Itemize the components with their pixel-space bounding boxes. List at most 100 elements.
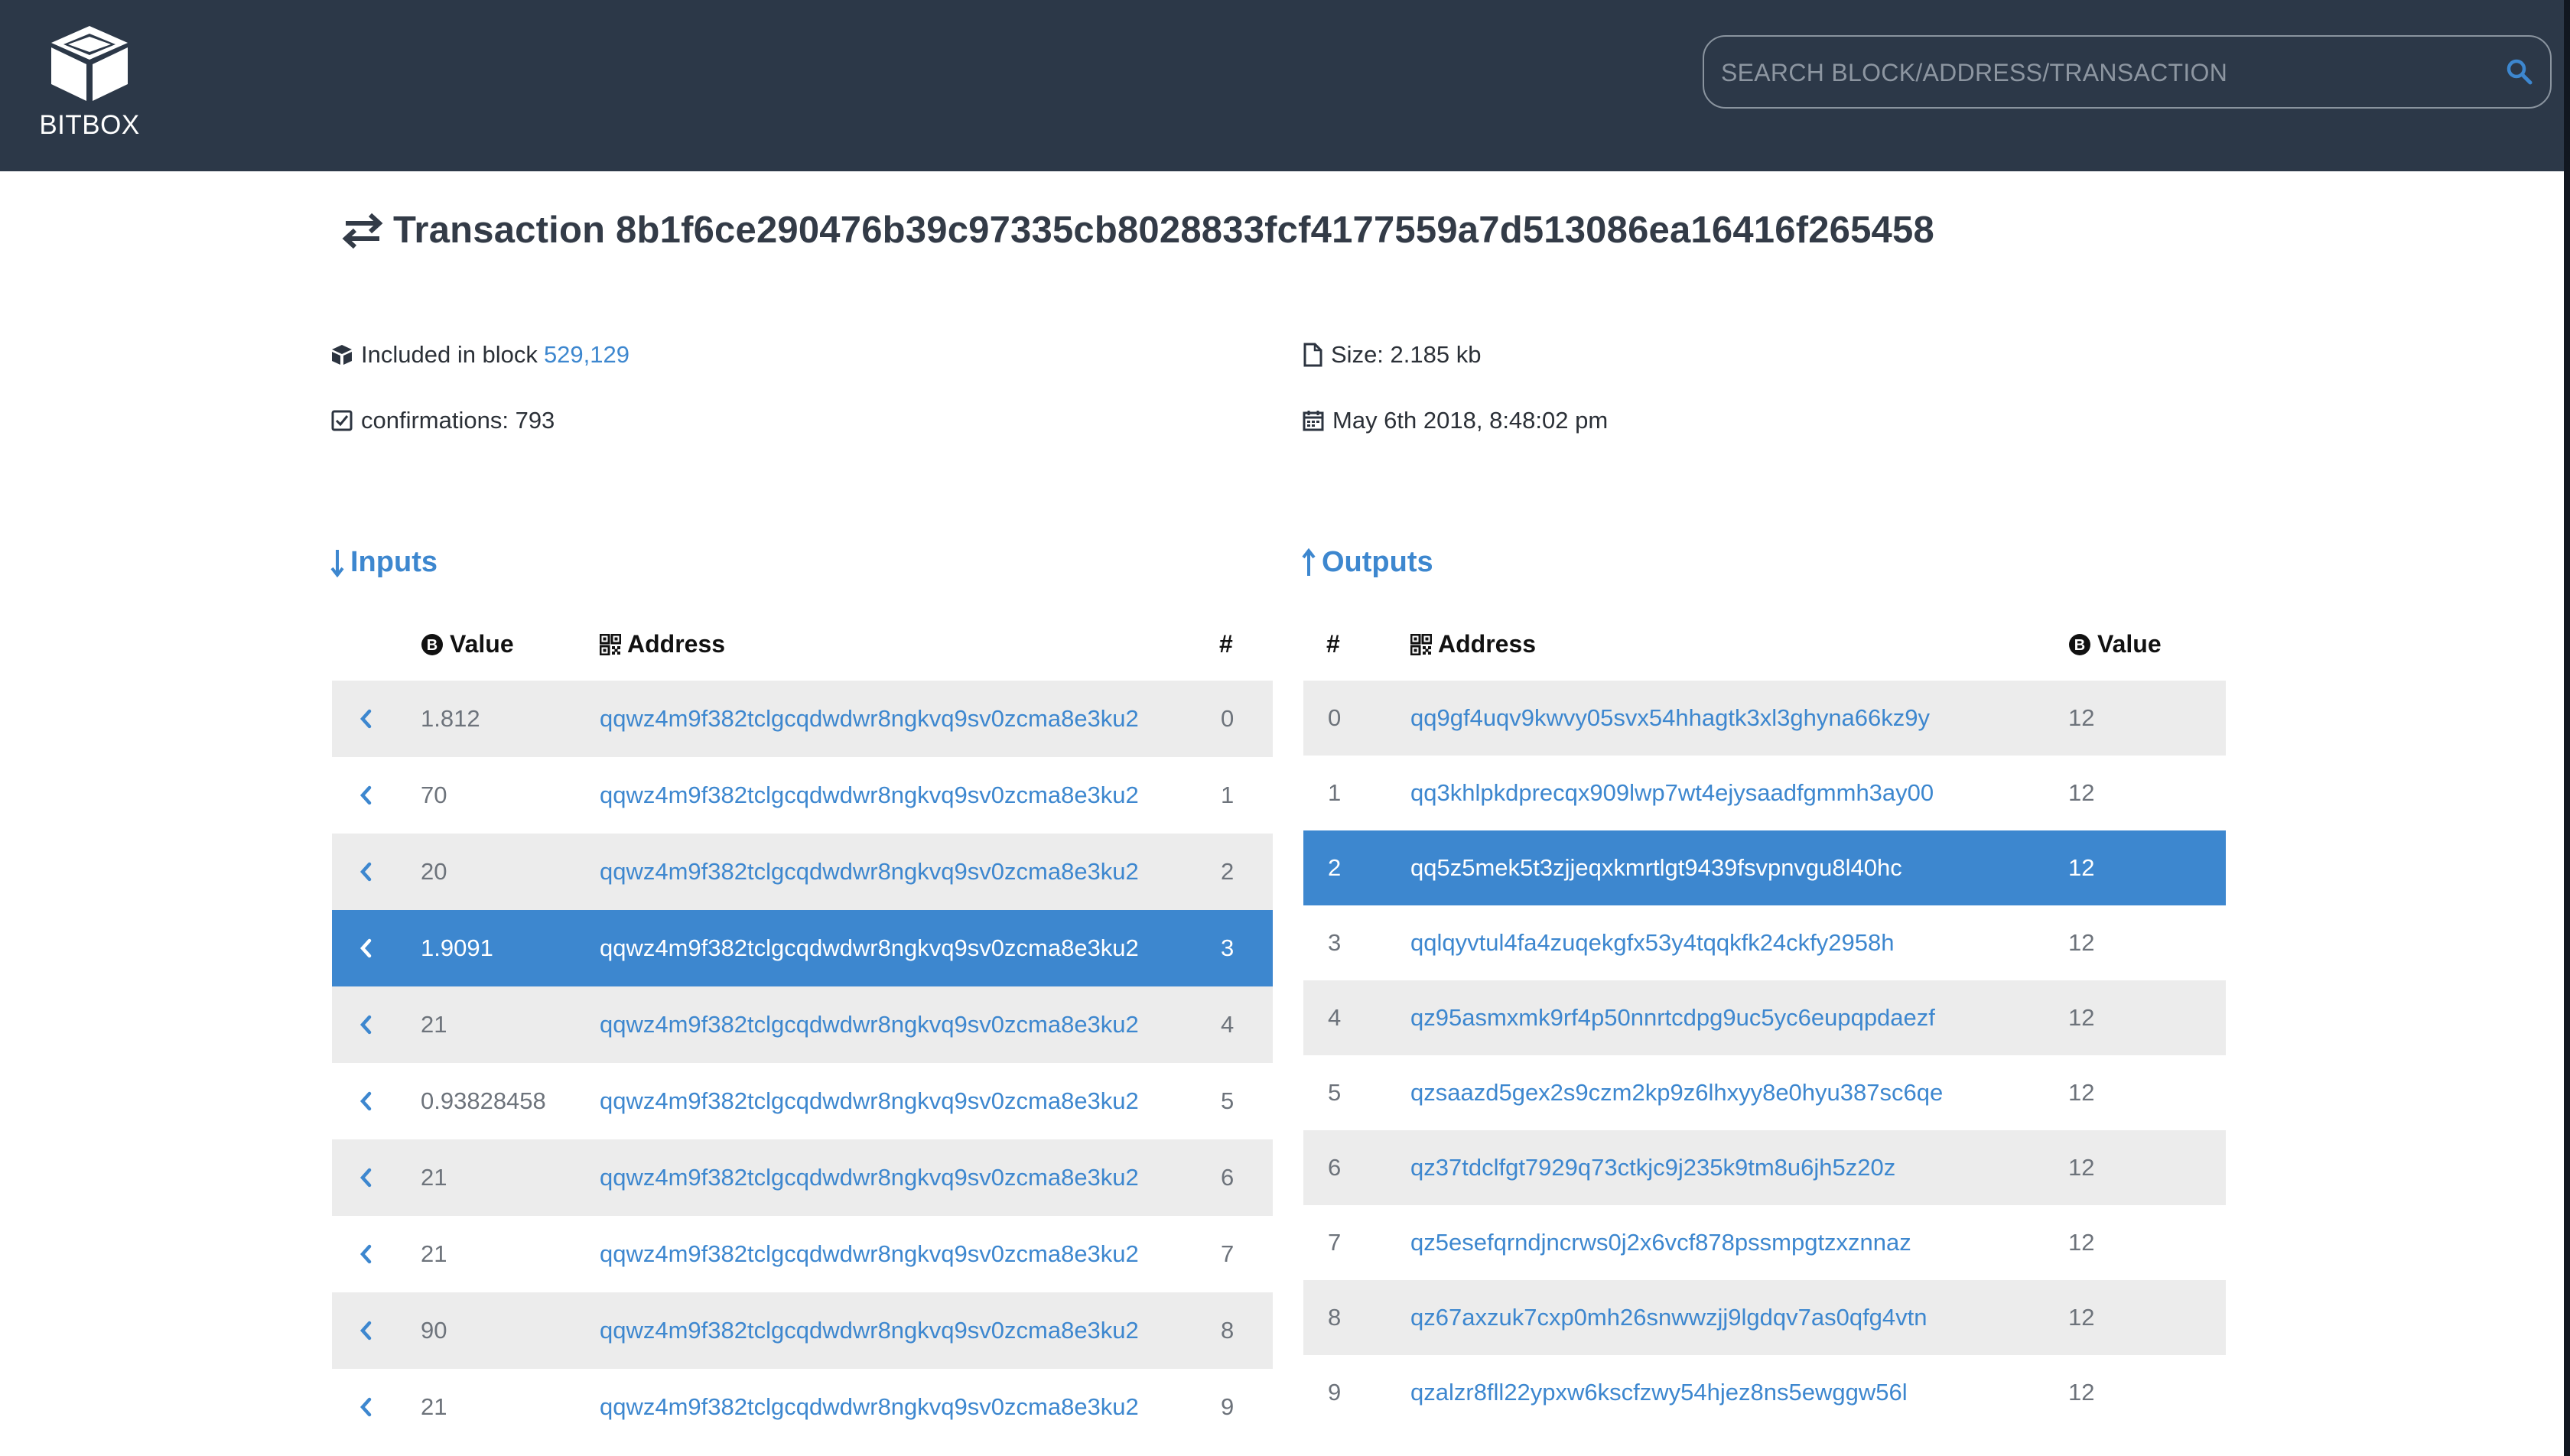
chevron-left-icon[interactable] — [358, 910, 373, 986]
input-address-link[interactable]: qqwz4m9f382tclgcqdwdwr8ngkvq9sv0zcma8e3k… — [600, 757, 1139, 834]
input-index: 6 — [1221, 1164, 1235, 1191]
chevron-left-icon[interactable] — [358, 986, 373, 1063]
input-address-link[interactable]: qqwz4m9f382tclgcqdwdwr8ngkvq9sv0zcma8e3k… — [600, 1216, 1139, 1292]
output-row[interactable]: 9 qzalzr8fll22ypxw6kscfzwy54hjez8ns5ewggw… — [1303, 1355, 2226, 1430]
outputs-heading-text: Outputs — [1322, 546, 1433, 578]
input-row[interactable]: 1.9091 qqwz4m9f382tclgcqdwdwr8ngkvq9sv0zc… — [332, 910, 1273, 986]
input-address-link[interactable]: qqwz4m9f382tclgcqdwdwr8ngkvq9sv0zcma8e3k… — [600, 1292, 1139, 1369]
search-icon[interactable] — [2506, 58, 2533, 86]
output-index: 2 — [1328, 854, 1342, 881]
output-value: 12 — [2068, 1154, 2095, 1181]
output-row[interactable]: 0 qq9gf4uqv9kwvy05svx54hhagtk3xl3ghyna66k… — [1303, 681, 2226, 756]
chevron-left-icon[interactable] — [358, 834, 373, 910]
input-address-link[interactable]: qqwz4m9f382tclgcqdwdwr8ngkvq9sv0zcma8e3k… — [600, 986, 1139, 1063]
search-box — [1703, 35, 2552, 109]
input-address-link[interactable]: qqwz4m9f382tclgcqdwdwr8ngkvq9sv0zcma8e3k… — [600, 910, 1139, 986]
output-row[interactable]: 8 qz67axzuk7cxp0mh26snwwzjj9lgdqv7as0qfg4… — [1303, 1280, 2226, 1355]
chevron-left-icon[interactable] — [358, 1292, 373, 1369]
inputs-address-header: Address — [600, 630, 725, 658]
output-value: 12 — [2068, 929, 2095, 956]
chevron-left-icon[interactable] — [358, 757, 373, 834]
file-icon — [1303, 343, 1322, 367]
window-edge — [2564, 0, 2570, 1456]
confirmations-text: confirmations: 793 — [361, 407, 555, 434]
page-title: Transaction 8b1f6ce290476b39c97335cb8028… — [393, 210, 1934, 251]
bitcoin-icon: B — [421, 633, 443, 655]
output-address-link[interactable]: qq5z5mek5t3zjjeqxkmrtlgt9439fsvpnvgu8l40… — [1410, 830, 1902, 905]
output-address-link[interactable]: qq3khlpkdprecqx909lwp7wt4ejysaadfgmmh3ay… — [1410, 756, 1934, 830]
output-address-link[interactable]: qzalzr8fll22ypxw6kscfzwy54hjez8ns5ewggw5… — [1410, 1355, 1908, 1430]
input-row[interactable]: 70 qqwz4m9f382tclgcqdwdwr8ngkvq9sv0zcma8e… — [332, 757, 1273, 834]
chevron-left-icon[interactable] — [358, 1369, 373, 1445]
input-address-link[interactable]: qqwz4m9f382tclgcqdwdwr8ngkvq9sv0zcma8e3k… — [600, 1369, 1139, 1445]
output-address-link[interactable]: qz5esefqrndjncrws0j2x6vcf878pssmpgtzxznn… — [1410, 1205, 1911, 1280]
output-row[interactable]: 3 qqlqyvtul4fa4zuqekgfx53y4tqqkfk24ckfy29… — [1303, 905, 2226, 980]
output-index: 4 — [1328, 1004, 1342, 1031]
chevron-left-icon[interactable] — [358, 1063, 373, 1139]
inputs-index-header: # — [1219, 630, 1233, 658]
output-value: 12 — [2068, 1304, 2095, 1331]
input-row[interactable]: 21 qqwz4m9f382tclgcqdwdwr8ngkvq9sv0zcma8e… — [332, 1139, 1273, 1216]
bitbox-logo[interactable]: BITBOX — [32, 23, 147, 145]
checkbox-icon — [331, 410, 353, 431]
output-row[interactable]: 4 qz95asmxmk9rf4p50nnrtcdpg9uc5yc6eupqpda… — [1303, 980, 2226, 1055]
input-index: 7 — [1221, 1240, 1235, 1267]
logo-text: BITBOX — [39, 110, 140, 140]
input-value: 21 — [421, 1240, 447, 1267]
input-index: 8 — [1221, 1317, 1235, 1344]
input-address-link[interactable]: qqwz4m9f382tclgcqdwdwr8ngkvq9sv0zcma8e3k… — [600, 1139, 1139, 1216]
input-row[interactable]: 0.93828458 qqwz4m9f382tclgcqdwdwr8ngkvq9s… — [332, 1063, 1273, 1139]
cube-icon — [332, 345, 352, 365]
outputs-table-header: # Address B Value — [1303, 612, 2226, 681]
confirmations-info: confirmations: 793 — [330, 407, 555, 434]
chevron-left-icon[interactable] — [358, 1216, 373, 1292]
arrow-down-icon — [330, 549, 344, 577]
block-link[interactable]: 529,129 — [544, 341, 629, 369]
block-label: Included in block — [361, 341, 538, 368]
output-row[interactable]: 1 qq3khlpkdprecqx909lwp7wt4ejysaadfgmmh3a… — [1303, 756, 2226, 830]
page: BITBOX Transaction 8b1f6ce290476b39c9733… — [0, 0, 2570, 1456]
chevron-left-icon[interactable] — [358, 1139, 373, 1216]
output-address-link[interactable]: qz95asmxmk9rf4p50nnrtcdpg9uc5yc6eupqpdae… — [1410, 980, 1935, 1055]
input-index: 9 — [1221, 1393, 1235, 1420]
input-row[interactable]: 21 qqwz4m9f382tclgcqdwdwr8ngkvq9sv0zcma8e… — [332, 1369, 1273, 1445]
output-index: 3 — [1328, 929, 1342, 956]
output-address-link[interactable]: qz67axzuk7cxp0mh26snwwzjj9lgdqv7as0qfg4v… — [1410, 1280, 1927, 1355]
input-index: 3 — [1221, 934, 1235, 961]
arrow-up-icon — [1302, 548, 1316, 576]
outputs-table: # Address B Value 0 qq9gf4uqv9kwvy05svx5… — [1303, 612, 2226, 1430]
chevron-left-icon[interactable] — [358, 681, 373, 757]
input-value: 20 — [421, 858, 447, 885]
output-value: 12 — [2068, 1229, 2095, 1256]
input-value: 70 — [421, 782, 447, 808]
output-row[interactable]: 7 qz5esefqrndjncrws0j2x6vcf878pssmpgtzxzn… — [1303, 1205, 2226, 1280]
cube-logo-icon — [51, 26, 128, 101]
qrcode-icon — [1410, 633, 1432, 655]
outputs-heading: Outputs — [1302, 546, 1433, 579]
bitcoin-icon: B — [2069, 633, 2090, 655]
input-address-link[interactable]: qqwz4m9f382tclgcqdwdwr8ngkvq9sv0zcma8e3k… — [600, 681, 1139, 757]
output-address-link[interactable]: qq9gf4uqv9kwvy05svx54hhagtk3xl3ghyna66kz… — [1410, 681, 1930, 756]
output-row[interactable]: 5 qzsaazd5gex2s9czm2kp9z6lhxyy8e0hyu387sc… — [1303, 1055, 2226, 1130]
input-row[interactable]: 90 qqwz4m9f382tclgcqdwdwr8ngkvq9sv0zcma8e… — [332, 1292, 1273, 1369]
output-address-link[interactable]: qzsaazd5gex2s9czm2kp9z6lhxyy8e0hyu387sc6… — [1410, 1055, 1943, 1130]
input-address-link[interactable]: qqwz4m9f382tclgcqdwdwr8ngkvq9sv0zcma8e3k… — [600, 1063, 1139, 1139]
input-value: 1.9091 — [421, 934, 493, 961]
output-address-link[interactable]: qqlqyvtul4fa4zuqekgfx53y4tqqkfk24ckfy295… — [1410, 905, 1895, 980]
input-address-link[interactable]: qqwz4m9f382tclgcqdwdwr8ngkvq9sv0zcma8e3k… — [600, 834, 1139, 910]
output-row[interactable]: 2 qq5z5mek5t3zjjeqxkmrtlgt9439fsvpnvgu8l4… — [1303, 830, 2226, 905]
inputs-table: B Value Address # 1.812 qqwz4m9f382tclgc… — [332, 612, 1273, 1445]
input-value: 1.812 — [421, 705, 480, 732]
output-value: 12 — [2068, 1079, 2095, 1106]
input-value: 21 — [421, 1164, 447, 1191]
input-row[interactable]: 21 qqwz4m9f382tclgcqdwdwr8ngkvq9sv0zcma8e… — [332, 986, 1273, 1063]
svg-text:B: B — [427, 637, 438, 654]
output-row[interactable]: 6 qz37tdclfgt7929q73ctkjc9j235k9tm8u6jh5z… — [1303, 1130, 2226, 1205]
transaction-title-row: Transaction 8b1f6ce290476b39c97335cb8028… — [341, 203, 1934, 257]
output-index: 8 — [1328, 1304, 1342, 1331]
input-row[interactable]: 21 qqwz4m9f382tclgcqdwdwr8ngkvq9sv0zcma8e… — [332, 1216, 1273, 1292]
input-row[interactable]: 20 qqwz4m9f382tclgcqdwdwr8ngkvq9sv0zcma8e… — [332, 834, 1273, 910]
output-address-link[interactable]: qz37tdclfgt7929q73ctkjc9j235k9tm8u6jh5z2… — [1410, 1130, 1895, 1205]
search-input[interactable] — [1719, 37, 2457, 109]
input-row[interactable]: 1.812 qqwz4m9f382tclgcqdwdwr8ngkvq9sv0zcm… — [332, 681, 1273, 757]
